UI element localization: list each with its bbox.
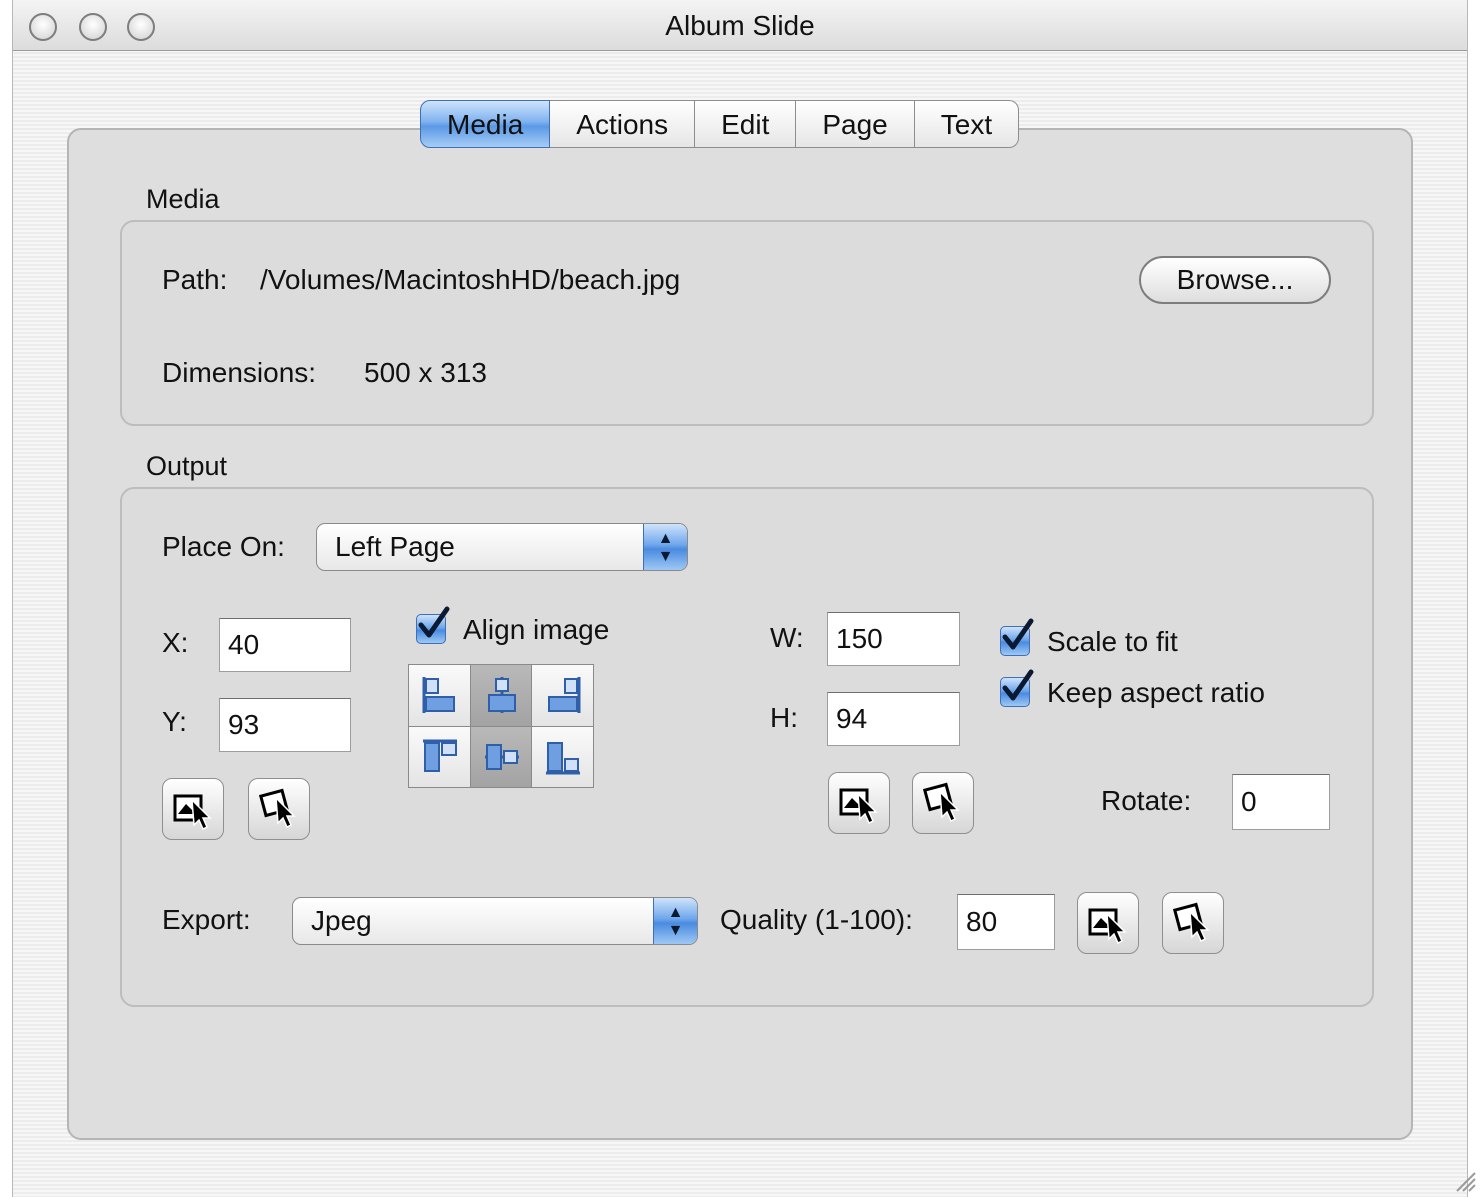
export-value: Jpeg xyxy=(311,905,372,936)
path-value: /Volumes/MacintoshHD/beach.jpg xyxy=(260,264,681,295)
media-group-label: Media xyxy=(146,184,220,214)
align-top-left-icon xyxy=(422,677,455,713)
popup-arrows-icon: ▲ ▼ xyxy=(643,524,687,570)
align-top-left-button[interactable] xyxy=(409,665,470,726)
w-label: W: xyxy=(770,622,804,653)
alignment-grid xyxy=(408,664,594,788)
picture-arrow-icon xyxy=(839,788,878,825)
keep-aspect-ratio-checkbox[interactable] xyxy=(1000,669,1034,707)
keep-aspect-ratio-label: Keep aspect ratio xyxy=(1047,677,1265,708)
quality-field[interactable] xyxy=(957,894,1055,950)
resize-grip-icon[interactable] xyxy=(1453,1169,1477,1193)
tab-page[interactable]: Page xyxy=(796,100,915,148)
picture-arrow-icon xyxy=(258,788,296,829)
align-top-right-button[interactable] xyxy=(532,665,593,726)
scale-to-fit-label: Scale to fit xyxy=(1047,626,1178,657)
picture-arrow-icon xyxy=(1088,908,1127,945)
tab-actions[interactable]: Actions xyxy=(550,100,696,148)
tab-media[interactable]: Media xyxy=(420,100,551,148)
export-label: Export: xyxy=(162,904,251,935)
align-middle-center-button[interactable] xyxy=(470,726,532,787)
path-label: Path: xyxy=(162,264,228,295)
place-on-label: Place On: xyxy=(162,531,285,562)
export-from-selection-button[interactable] xyxy=(1077,892,1139,954)
title-bar[interactable]: Album Slide xyxy=(13,0,1467,51)
picture-arrow-icon xyxy=(1172,902,1210,943)
dimensions-label: Dimensions: xyxy=(162,357,317,388)
window-title: Album Slide xyxy=(665,10,815,41)
align-image-label: Align image xyxy=(463,614,610,645)
checkmark-icon xyxy=(1002,669,1034,701)
size-from-selection-button[interactable] xyxy=(828,772,890,834)
h-field[interactable] xyxy=(827,692,960,746)
align-bottom-left-button[interactable] xyxy=(409,726,470,787)
h-label: H: xyxy=(770,702,798,733)
position-to-selection-button[interactable] xyxy=(248,778,310,840)
align-top-center-icon xyxy=(487,677,516,713)
y-field[interactable] xyxy=(219,698,351,752)
export-popup[interactable]: Jpeg ▲ ▼ xyxy=(292,897,698,945)
align-left-top-icon xyxy=(423,739,457,772)
x-field[interactable] xyxy=(219,618,351,672)
size-to-selection-button[interactable] xyxy=(912,772,974,834)
align-top-center-button[interactable] xyxy=(470,665,532,726)
dimensions-value: 500 x 313 xyxy=(364,357,487,388)
align-bottom-right-button[interactable] xyxy=(532,726,593,787)
align-image-checkbox[interactable] xyxy=(416,606,450,644)
place-on-popup[interactable]: Left Page ▲ ▼ xyxy=(316,523,688,571)
tab-text[interactable]: Text xyxy=(914,100,1020,148)
checkmark-icon xyxy=(418,606,450,638)
align-top-right-icon xyxy=(548,677,581,713)
align-middle-center-icon xyxy=(484,743,519,770)
rotate-label: Rotate: xyxy=(1101,785,1192,816)
tab-edit[interactable]: Edit xyxy=(695,100,797,148)
x-label: X: xyxy=(162,627,189,658)
popup-arrows-icon: ▲ ▼ xyxy=(653,898,697,944)
browse-button[interactable]: Browse... xyxy=(1139,256,1331,304)
place-on-value: Left Page xyxy=(335,531,455,562)
tab-bar: Media Actions Edit Page Text xyxy=(420,100,1020,148)
media-group-box xyxy=(120,220,1374,426)
rotate-field[interactable] xyxy=(1232,774,1330,830)
export-to-selection-button[interactable] xyxy=(1162,892,1224,954)
position-from-selection-button[interactable] xyxy=(162,778,224,840)
picture-arrow-icon xyxy=(922,782,960,823)
picture-arrow-icon xyxy=(173,794,212,831)
quality-label: Quality (1-100): xyxy=(720,904,913,935)
w-field[interactable] xyxy=(827,612,960,666)
scale-to-fit-checkbox[interactable] xyxy=(1000,618,1034,656)
checkmark-icon xyxy=(1002,618,1034,650)
align-left-bottom-icon xyxy=(546,741,581,774)
y-label: Y: xyxy=(162,706,187,737)
output-group-label: Output xyxy=(146,451,228,481)
